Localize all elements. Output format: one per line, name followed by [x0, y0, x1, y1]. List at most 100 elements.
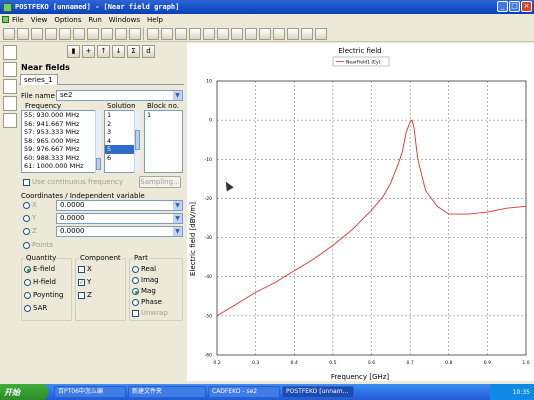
points-radio[interactable]: Points	[23, 241, 53, 249]
graph-icon[interactable]	[147, 27, 159, 40]
quantity-sar-radio[interactable]: SAR	[24, 304, 47, 312]
efield-icon[interactable]	[161, 27, 173, 40]
x-tick-label: 0.8	[445, 360, 452, 366]
delete-icon[interactable]: ▮	[67, 45, 80, 58]
menu-help[interactable]: Help	[147, 16, 163, 24]
settings-icon[interactable]	[287, 27, 299, 40]
task-item[interactable]: CADFEKO - se2	[208, 386, 280, 398]
chevron-down-icon[interactable]: ▼	[173, 91, 182, 100]
coord-x-radio[interactable]: X	[23, 201, 37, 209]
menu-windows[interactable]: Windows	[109, 16, 140, 24]
menu-view[interactable]: View	[31, 16, 48, 24]
component-x-checkbox[interactable]: X	[78, 265, 92, 273]
x-tick-label: 0.4	[291, 360, 298, 366]
smith-icon[interactable]	[259, 27, 271, 40]
power-icon[interactable]	[189, 27, 201, 40]
hfield-icon[interactable]	[175, 27, 187, 40]
sum-icon[interactable]: Σ	[127, 45, 140, 58]
coord-y-radio[interactable]: Y	[23, 214, 36, 222]
part-imag-radio[interactable]: Imag	[132, 276, 159, 284]
default-icon[interactable]: d	[142, 45, 155, 58]
coord-x-input[interactable]: 0.0000 ▼	[56, 200, 183, 211]
coord-y-input[interactable]: 0.0000 ▼	[56, 213, 183, 224]
paste-icon[interactable]	[115, 27, 127, 40]
list-item[interactable]: 61: 1000.000 MHz	[22, 162, 100, 171]
list-item[interactable]: 58: 965.000 MHz	[22, 137, 100, 146]
menu-run[interactable]: Run	[88, 16, 101, 24]
near-fields-panel: ▮ + ↑ ↓ Σ d Near fields series_1 File na…	[19, 43, 184, 381]
new-icon[interactable]	[3, 27, 15, 40]
graph-type-icon[interactable]	[2, 45, 17, 60]
chevron-down-icon[interactable]: ▼	[173, 227, 182, 236]
solution-scrollbar[interactable]	[134, 110, 140, 173]
zoom-icon[interactable]	[301, 27, 313, 40]
component-title: Component	[79, 254, 122, 262]
open-icon[interactable]	[17, 27, 29, 40]
file-name-label: File name	[21, 92, 55, 100]
task-item-active[interactable]: POSTFEKO [unnam...	[282, 386, 354, 398]
quantity-efield-radio[interactable]: E-field	[24, 265, 55, 273]
frequency-list[interactable]: 55: 930.000 MHz 56: 941.667 MHz 57: 953.…	[21, 110, 101, 173]
component-y-checkbox[interactable]: ✓ Y	[78, 278, 91, 286]
list-item[interactable]: 1	[145, 111, 182, 120]
coord-z-radio[interactable]: Z	[23, 227, 37, 235]
y-tick-label: -60	[205, 353, 212, 359]
chevron-down-icon[interactable]: ▼	[173, 214, 182, 223]
copy-icon[interactable]	[101, 27, 113, 40]
app-icon	[3, 2, 12, 12]
list-item[interactable]: 57: 953.333 MHz	[22, 128, 100, 137]
save-all-icon[interactable]	[45, 27, 57, 40]
trace-down-icon[interactable]: ↓	[112, 45, 125, 58]
close-button[interactable]: ×	[521, 1, 532, 12]
block-header: Block no.	[147, 102, 179, 110]
loads-icon[interactable]	[245, 27, 257, 40]
coord-z-input[interactable]: 0.0000 ▼	[56, 226, 183, 237]
maximize-button[interactable]: □	[509, 1, 520, 12]
table-icon[interactable]	[2, 113, 17, 128]
window-title: POSTFEKO [unnamed] - [Near field graph]	[15, 3, 180, 11]
trace-icon[interactable]	[2, 62, 17, 77]
chart-title: Electric field	[338, 47, 381, 55]
print-icon[interactable]	[59, 27, 71, 40]
continuous-frequency-checkbox[interactable]: Use continuous frequency	[23, 178, 123, 186]
panel-toolbar: ▮ + ↑ ↓ Σ d	[19, 43, 184, 60]
polar-icon[interactable]	[273, 27, 285, 40]
task-item[interactable]: 新建文件夹	[128, 386, 206, 398]
part-real-radio[interactable]: Real	[132, 265, 156, 273]
trace-up-icon[interactable]: ↑	[97, 45, 110, 58]
view-3d-icon[interactable]	[129, 27, 141, 40]
pan-icon[interactable]	[315, 27, 327, 40]
add-icon[interactable]: +	[82, 45, 95, 58]
list-item[interactable]: 59: 976.667 MHz	[22, 145, 100, 154]
quantity-poynting-radio[interactable]: Poynting	[24, 291, 63, 299]
unwrap-checkbox[interactable]: Unwrap	[132, 309, 168, 317]
sampling-button[interactable]: Sampling...	[139, 176, 181, 188]
list-item[interactable]: 55: 930.000 MHz	[22, 111, 100, 120]
minimize-button[interactable]: _	[497, 1, 508, 12]
axis-icon[interactable]	[2, 96, 17, 111]
part-phase-radio[interactable]: Phase	[132, 298, 162, 306]
currents-icon[interactable]	[217, 27, 229, 40]
task-item[interactable]: 百PT06中怎么编	[54, 386, 126, 398]
block-list[interactable]: 1	[144, 110, 183, 173]
sources-icon[interactable]	[231, 27, 243, 40]
marker-icon[interactable]	[2, 79, 17, 94]
chevron-down-icon[interactable]: ▼	[173, 201, 182, 210]
list-item[interactable]: 56: 941.667 MHz	[22, 120, 100, 129]
list-item[interactable]: 60: 988.333 MHz	[22, 154, 100, 163]
tab-series-1[interactable]: series_1	[20, 74, 58, 85]
component-z-checkbox[interactable]: Z	[78, 291, 92, 299]
start-button[interactable]: 开始	[0, 384, 48, 400]
frequency-scrollbar[interactable]	[95, 110, 101, 173]
system-tray: 10:35	[490, 384, 534, 400]
plot-area: Electric field NearField1 (Ey) 0.2 0.3 0.4…	[187, 43, 534, 381]
file-name-combo[interactable]: se2 ▼	[56, 90, 183, 101]
menu-options[interactable]: Options	[54, 16, 81, 24]
quantity-hfield-radio[interactable]: H-field	[24, 278, 56, 286]
save-icon[interactable]	[31, 27, 43, 40]
menu-file[interactable]: File	[12, 16, 24, 24]
cut-icon[interactable]	[87, 27, 99, 40]
part-mag-radio[interactable]: Mag	[132, 287, 156, 295]
export-icon[interactable]	[73, 27, 85, 40]
farfield-icon[interactable]	[203, 27, 215, 40]
